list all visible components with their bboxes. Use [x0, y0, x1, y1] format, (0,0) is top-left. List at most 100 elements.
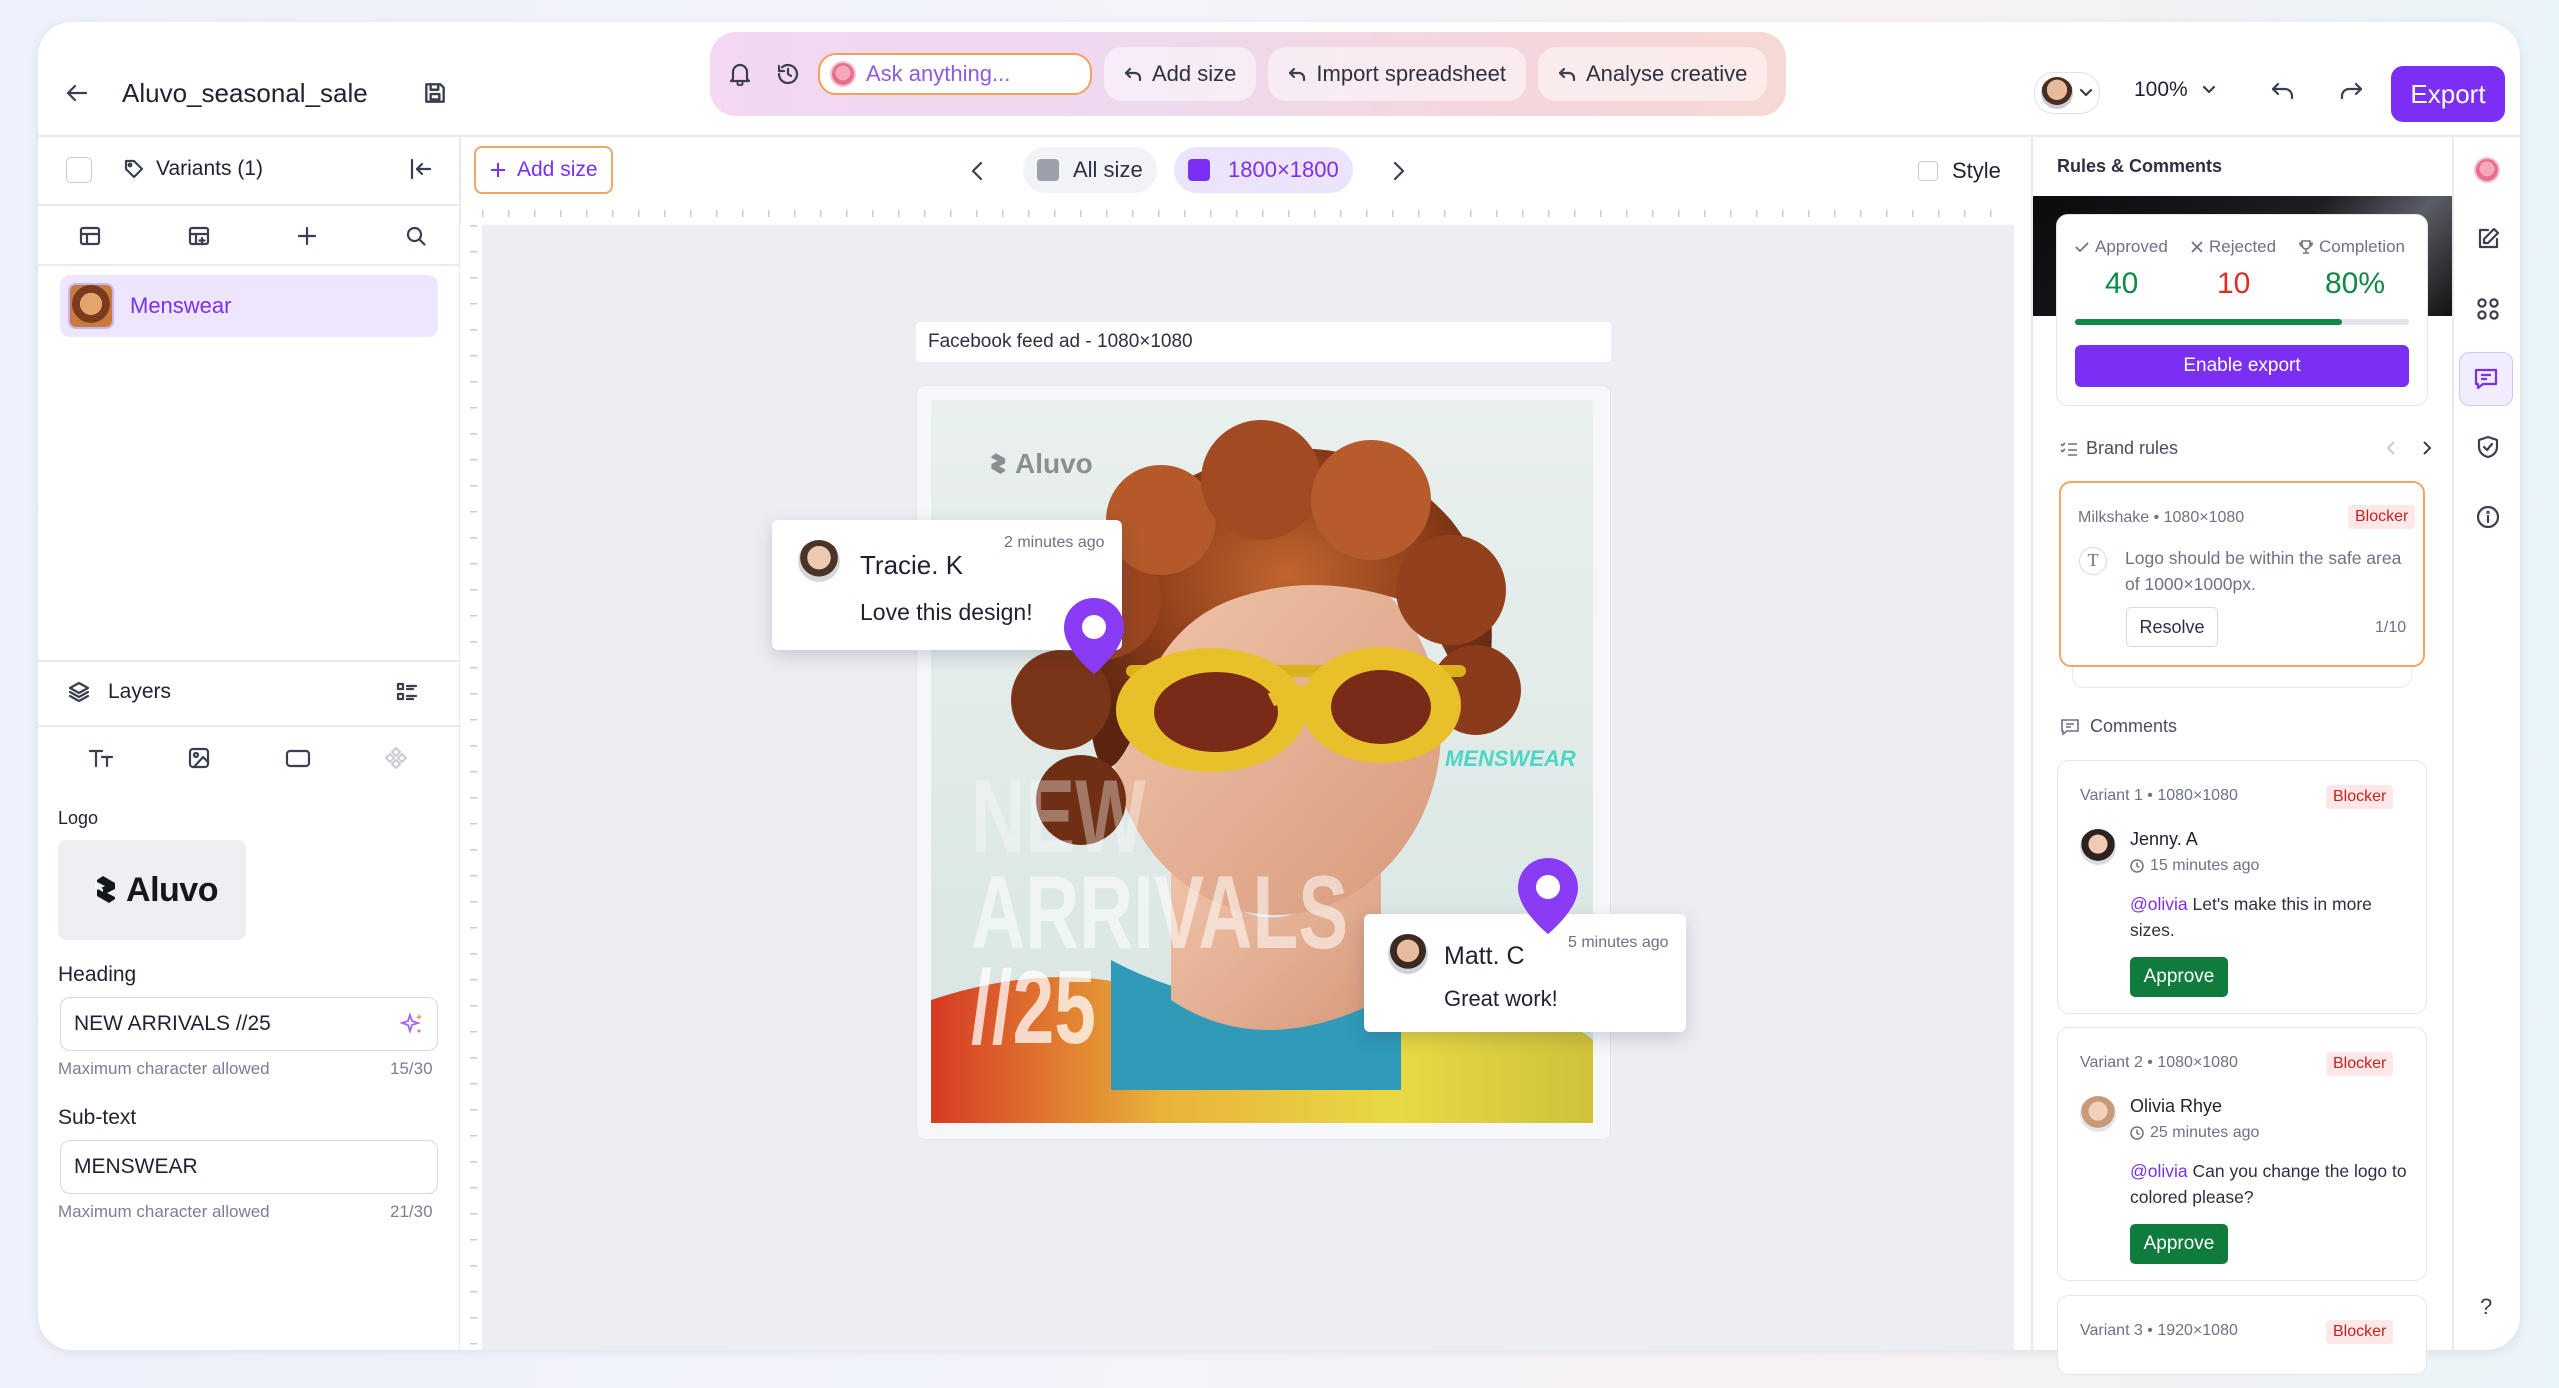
approve-button[interactable]: Approve [2130, 957, 2228, 997]
edit-icon[interactable] [2475, 226, 2501, 252]
comment-body: @olivia Can you change the logo to color… [2130, 1158, 2410, 1210]
headline-line-3: //25 [971, 950, 1096, 1067]
text-rule-icon: T [2079, 547, 2107, 575]
clock-icon [2130, 859, 2144, 873]
chevron-down-icon [2202, 85, 2215, 94]
rectangle-icon[interactable] [285, 746, 311, 770]
prev-size-icon[interactable] [970, 160, 984, 182]
comment-time: 25 minutes ago [2130, 1124, 2259, 1142]
grid-icon[interactable] [2475, 296, 2501, 322]
ai-toolbar: Ask anything... Add size Import spreadsh… [710, 32, 1786, 116]
next-size-icon[interactable] [1392, 160, 1406, 182]
mention[interactable]: @olivia [2130, 894, 2188, 914]
ask-input[interactable]: Ask anything... [818, 53, 1092, 95]
enable-export-button[interactable]: Enable export [2075, 345, 2409, 387]
comment-author: Tracie. K [860, 550, 964, 580]
all-size-chip[interactable]: All size [1023, 147, 1157, 193]
table-add-icon[interactable] [187, 224, 211, 248]
rule-count: 1/10 [2375, 619, 2407, 636]
current-size-label: 1800×1800 [1228, 157, 1339, 182]
variants-header: Variants (1) [124, 157, 263, 181]
style-toggle[interactable]: Style [1918, 158, 2001, 184]
select-all-checkbox[interactable] [66, 157, 92, 183]
comment-card-1[interactable]: Variant 1 • 1080×1080 Blocker Jenny. A 1… [2057, 760, 2427, 1014]
export-button[interactable]: Export [2391, 66, 2505, 122]
all-size-swatch [1037, 159, 1059, 181]
blocker-badge: Blocker [2348, 505, 2416, 529]
approve-button[interactable]: Approve [2130, 1224, 2228, 1264]
undo-icon[interactable] [2270, 80, 2296, 104]
back-arrow-icon[interactable] [64, 80, 90, 106]
import-spreadsheet-button[interactable]: Import spreadsheet [1268, 47, 1526, 101]
resolve-button[interactable]: Resolve [2126, 607, 2218, 647]
rule-source: Milkshake • 1080×1080 [2078, 509, 2245, 526]
divider [38, 204, 459, 206]
chevron-down-icon [2079, 88, 2093, 97]
comments-header: Comments [2060, 716, 2177, 737]
text-icon[interactable] [88, 746, 114, 770]
component-icon[interactable] [384, 746, 408, 770]
heading-input[interactable]: NEW ARRIVALS //25 [60, 997, 438, 1051]
comment-variant: Variant 1 • 1080×1080 [2080, 787, 2238, 804]
brand-rules-label: Brand rules [2086, 438, 2179, 458]
brand-rules-header: Brand rules [2060, 438, 2178, 459]
help-icon[interactable]: ? [2480, 1294, 2492, 1320]
list-view-icon[interactable] [396, 681, 418, 703]
search-icon[interactable] [404, 224, 428, 248]
history-icon[interactable] [770, 62, 806, 86]
file-name[interactable]: Aluvo_seasonal_sale [122, 78, 368, 109]
blocker-badge: Blocker [2326, 785, 2394, 809]
import-label: Import spreadsheet [1316, 61, 1506, 86]
current-size-swatch [1188, 159, 1210, 181]
layers-label: Layers [108, 680, 172, 703]
pin-icon[interactable] [1061, 596, 1127, 676]
comment-time-text: 25 minutes ago [2150, 1124, 2260, 1141]
rejected-value: 10 [2217, 267, 2251, 300]
table-icon[interactable] [78, 224, 102, 248]
comment-card-2[interactable]: Variant 2 • 1080×1080 Blocker Olivia Rhy… [2057, 1027, 2427, 1281]
mention[interactable]: @olivia [2130, 1161, 2188, 1181]
subtext-input[interactable]: MENSWEAR [60, 1140, 438, 1194]
comment-text: Great work! [1444, 986, 1558, 1011]
plus-icon[interactable] [295, 224, 319, 248]
comment-author: Matt. C [1444, 942, 1525, 970]
image-icon[interactable] [187, 746, 211, 770]
blocker-badge: Blocker [2326, 1320, 2394, 1344]
variant-item-menswear[interactable]: Menswear [60, 275, 438, 337]
comment-rail-button[interactable] [2459, 352, 2513, 406]
add-size-ai-button[interactable]: Add size [1104, 47, 1257, 101]
bell-icon[interactable] [722, 62, 758, 86]
redirect-icon [1558, 67, 1576, 82]
current-size-chip[interactable]: 1800×1800 [1174, 147, 1353, 193]
pin-icon[interactable] [1515, 856, 1581, 936]
variants-label: Variants (1) [156, 157, 263, 180]
rule-card[interactable]: Milkshake • 1080×1080 Blocker T Logo sho… [2059, 481, 2425, 667]
style-checkbox[interactable] [1918, 161, 1938, 181]
save-icon[interactable] [422, 80, 448, 106]
user-avatar-dropdown[interactable] [2034, 72, 2100, 114]
completion-bar-fill [2075, 319, 2343, 325]
info-icon[interactable] [2475, 504, 2501, 530]
comments-label: Comments [2090, 716, 2178, 736]
heading-hint: Maximum character allowed [58, 1059, 270, 1078]
analyse-creative-button[interactable]: Analyse creative [1537, 47, 1768, 101]
add-size-button[interactable]: Add size [474, 146, 613, 194]
redo-icon[interactable] [2338, 80, 2364, 104]
sparkle-icon[interactable] [400, 1012, 424, 1036]
shield-icon[interactable] [2475, 434, 2501, 460]
logo-preview[interactable]: Aluvo [58, 840, 246, 940]
artboard-label-text: Facebook feed ad - 1080×1080 [928, 331, 1193, 352]
comment-time: 5 minutes ago [1568, 934, 1669, 951]
comment-card-3[interactable]: Variant 3 • 1920×1080 Blocker [2057, 1295, 2427, 1375]
ad-headline: NEW ARRIVALS //25 [971, 765, 1348, 1067]
ai-assistant-icon[interactable] [2474, 157, 2500, 183]
trophy-icon [2299, 240, 2313, 254]
rules-next-icon[interactable] [2422, 440, 2432, 456]
variant-tools [78, 224, 428, 248]
approved-label: Approved [2095, 237, 2168, 256]
zoom-dropdown[interactable]: 100% [2134, 78, 2216, 102]
comment-body: @olivia Let's make this in more sizes. [2130, 891, 2410, 943]
blocker-badge: Blocker [2326, 1052, 2394, 1076]
collapse-icon[interactable] [409, 158, 433, 180]
rules-prev-icon[interactable] [2386, 440, 2396, 456]
